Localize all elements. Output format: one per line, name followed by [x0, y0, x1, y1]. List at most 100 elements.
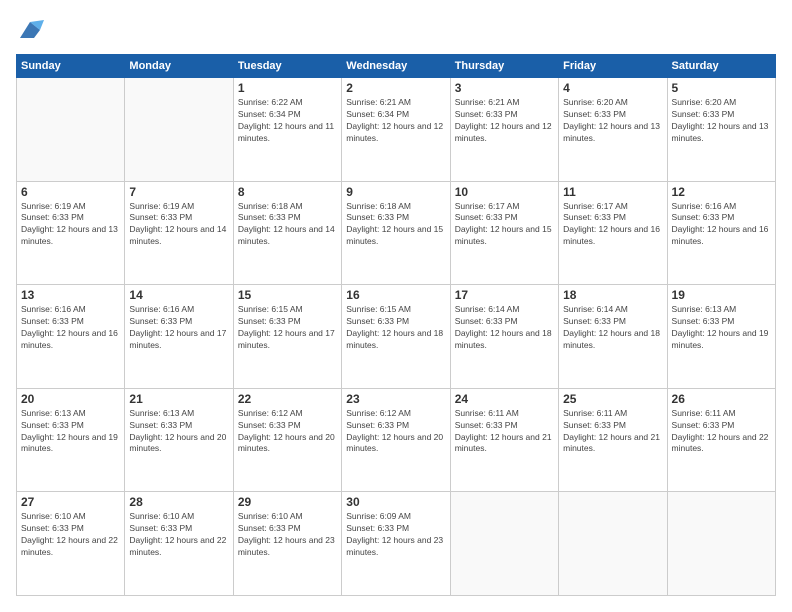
day-info: Sunrise: 6:19 AM Sunset: 6:33 PM Dayligh…	[21, 201, 120, 249]
weekday-header-row: SundayMondayTuesdayWednesdayThursdayFrid…	[17, 55, 776, 78]
day-cell: 10Sunrise: 6:17 AM Sunset: 6:33 PM Dayli…	[450, 181, 558, 285]
day-cell: 30 Sunrise: 6:09 AM Sunset: 6:33 PM Dayli…	[342, 492, 450, 596]
day-cell: 12 Sunrise: 6:16 AM Sunset: 6:33 PM Dayli…	[667, 181, 775, 285]
day-info: Sunrise: 6:14 AM Sunset: 6:33 PM Dayligh…	[455, 304, 554, 352]
day-cell: 3 Sunrise: 6:21 AM Sunset: 6:33 PM Daylig…	[450, 78, 558, 182]
page: SundayMondayTuesdayWednesdayThursdayFrid…	[0, 0, 792, 612]
day-number: 29	[238, 495, 337, 509]
day-info: Sunrise: 6:19 AM Sunset: 6:33 PM Dayligh…	[129, 201, 228, 249]
day-cell: 11 Sunrise: 6:17 AM Sunset: 6:33 PM Dayli…	[559, 181, 667, 285]
day-cell: 25 Sunrise: 6:11 AM Sunset: 6:33 PM Dayli…	[559, 388, 667, 492]
day-cell: 15 Sunrise: 6:15 AM Sunset: 6:33 PM Dayli…	[233, 285, 341, 389]
day-info: Sunrise: 6:17 AM Sunset: 6:33 PM Dayligh…	[455, 201, 554, 249]
day-info: Sunrise: 6:16 AM Sunset: 6:33 PM Dayligh…	[672, 201, 771, 249]
day-info: Sunrise: 6:13 AM Sunset: 6:33 PM Dayligh…	[672, 304, 771, 352]
day-cell: 22Sunrise: 6:12 AM Sunset: 6:33 PM Dayli…	[233, 388, 341, 492]
weekday-header-monday: Monday	[125, 55, 233, 78]
day-cell	[667, 492, 775, 596]
day-info: Sunrise: 6:12 AM Sunset: 6:33 PM Dayligh…	[346, 408, 445, 456]
day-number: 18	[563, 288, 662, 302]
day-number: 7	[129, 185, 228, 199]
day-number: 25	[563, 392, 662, 406]
day-info: Sunrise: 6:17 AM Sunset: 6:33 PM Dayligh…	[563, 201, 662, 249]
logo-icon	[16, 16, 44, 44]
day-info: Sunrise: 6:21 AM Sunset: 6:34 PM Dayligh…	[346, 97, 445, 145]
day-number: 19	[672, 288, 771, 302]
day-info: Sunrise: 6:10 AM Sunset: 6:33 PM Dayligh…	[129, 511, 228, 559]
day-cell: 8 Sunrise: 6:18 AM Sunset: 6:33 PM Daylig…	[233, 181, 341, 285]
day-info: Sunrise: 6:10 AM Sunset: 6:33 PM Dayligh…	[238, 511, 337, 559]
day-cell: 16 Sunrise: 6:15 AM Sunset: 6:33 PM Dayli…	[342, 285, 450, 389]
day-number: 27	[21, 495, 120, 509]
day-cell: 19 Sunrise: 6:13 AM Sunset: 6:33 PM Dayli…	[667, 285, 775, 389]
day-cell: 17Sunrise: 6:14 AM Sunset: 6:33 PM Dayli…	[450, 285, 558, 389]
day-number: 2	[346, 81, 445, 95]
day-cell: 5Sunrise: 6:20 AM Sunset: 6:33 PM Daylig…	[667, 78, 775, 182]
day-cell: 4 Sunrise: 6:20 AM Sunset: 6:33 PM Daylig…	[559, 78, 667, 182]
day-cell: 7 Sunrise: 6:19 AM Sunset: 6:33 PM Daylig…	[125, 181, 233, 285]
day-number: 21	[129, 392, 228, 406]
day-info: Sunrise: 6:11 AM Sunset: 6:33 PM Dayligh…	[455, 408, 554, 456]
day-cell	[17, 78, 125, 182]
day-info: Sunrise: 6:09 AM Sunset: 6:33 PM Dayligh…	[346, 511, 445, 559]
day-cell	[559, 492, 667, 596]
day-cell: 29 Sunrise: 6:10 AM Sunset: 6:33 PM Dayli…	[233, 492, 341, 596]
day-number: 30	[346, 495, 445, 509]
day-number: 11	[563, 185, 662, 199]
day-info: Sunrise: 6:13 AM Sunset: 6:33 PM Dayligh…	[21, 408, 120, 456]
day-cell: 14 Sunrise: 6:16 AM Sunset: 6:33 PM Dayli…	[125, 285, 233, 389]
day-info: Sunrise: 6:13 AM Sunset: 6:33 PM Dayligh…	[129, 408, 228, 456]
day-number: 15	[238, 288, 337, 302]
day-info: Sunrise: 6:15 AM Sunset: 6:33 PM Dayligh…	[238, 304, 337, 352]
day-info: Sunrise: 6:18 AM Sunset: 6:33 PM Dayligh…	[238, 201, 337, 249]
day-number: 23	[346, 392, 445, 406]
header	[16, 16, 776, 44]
weekday-header-friday: Friday	[559, 55, 667, 78]
day-number: 14	[129, 288, 228, 302]
day-cell: 26 Sunrise: 6:11 AM Sunset: 6:33 PM Dayli…	[667, 388, 775, 492]
day-number: 6	[21, 185, 120, 199]
week-row-1: 6 Sunrise: 6:19 AM Sunset: 6:33 PM Daylig…	[17, 181, 776, 285]
week-row-4: 27 Sunrise: 6:10 AM Sunset: 6:33 PM Dayli…	[17, 492, 776, 596]
day-number: 3	[455, 81, 554, 95]
week-row-3: 20 Sunrise: 6:13 AM Sunset: 6:33 PM Dayli…	[17, 388, 776, 492]
day-cell: 21 Sunrise: 6:13 AM Sunset: 6:33 PM Dayli…	[125, 388, 233, 492]
day-info: Sunrise: 6:18 AM Sunset: 6:33 PM Dayligh…	[346, 201, 445, 249]
day-info: Sunrise: 6:20 AM Sunset: 6:33 PM Dayligh…	[672, 97, 771, 145]
weekday-header-tuesday: Tuesday	[233, 55, 341, 78]
day-cell: 9 Sunrise: 6:18 AM Sunset: 6:33 PM Daylig…	[342, 181, 450, 285]
day-info: Sunrise: 6:21 AM Sunset: 6:33 PM Dayligh…	[455, 97, 554, 145]
day-info: Sunrise: 6:20 AM Sunset: 6:33 PM Dayligh…	[563, 97, 662, 145]
day-info: Sunrise: 6:10 AM Sunset: 6:33 PM Dayligh…	[21, 511, 120, 559]
day-number: 26	[672, 392, 771, 406]
day-info: Sunrise: 6:11 AM Sunset: 6:33 PM Dayligh…	[563, 408, 662, 456]
day-cell: 6 Sunrise: 6:19 AM Sunset: 6:33 PM Daylig…	[17, 181, 125, 285]
day-cell	[125, 78, 233, 182]
day-number: 8	[238, 185, 337, 199]
weekday-header-thursday: Thursday	[450, 55, 558, 78]
weekday-header-sunday: Sunday	[17, 55, 125, 78]
day-number: 9	[346, 185, 445, 199]
day-info: Sunrise: 6:22 AM Sunset: 6:34 PM Dayligh…	[238, 97, 337, 145]
week-row-2: 13 Sunrise: 6:16 AM Sunset: 6:33 PM Dayli…	[17, 285, 776, 389]
day-info: Sunrise: 6:12 AM Sunset: 6:33 PM Dayligh…	[238, 408, 337, 456]
day-info: Sunrise: 6:16 AM Sunset: 6:33 PM Dayligh…	[129, 304, 228, 352]
day-number: 16	[346, 288, 445, 302]
day-cell: 23 Sunrise: 6:12 AM Sunset: 6:33 PM Dayli…	[342, 388, 450, 492]
day-number: 20	[21, 392, 120, 406]
day-cell: 28 Sunrise: 6:10 AM Sunset: 6:33 PM Dayli…	[125, 492, 233, 596]
calendar-table: SundayMondayTuesdayWednesdayThursdayFrid…	[16, 54, 776, 596]
day-cell: 13 Sunrise: 6:16 AM Sunset: 6:33 PM Dayli…	[17, 285, 125, 389]
day-number: 1	[238, 81, 337, 95]
day-number: 4	[563, 81, 662, 95]
day-info: Sunrise: 6:16 AM Sunset: 6:33 PM Dayligh…	[21, 304, 120, 352]
day-number: 24	[455, 392, 554, 406]
weekday-header-saturday: Saturday	[667, 55, 775, 78]
day-cell: 1 Sunrise: 6:22 AM Sunset: 6:34 PM Daylig…	[233, 78, 341, 182]
day-number: 28	[129, 495, 228, 509]
day-number: 13	[21, 288, 120, 302]
day-cell: 18Sunrise: 6:14 AM Sunset: 6:33 PM Dayli…	[559, 285, 667, 389]
day-info: Sunrise: 6:15 AM Sunset: 6:33 PM Dayligh…	[346, 304, 445, 352]
day-info: Sunrise: 6:11 AM Sunset: 6:33 PM Dayligh…	[672, 408, 771, 456]
day-number: 12	[672, 185, 771, 199]
